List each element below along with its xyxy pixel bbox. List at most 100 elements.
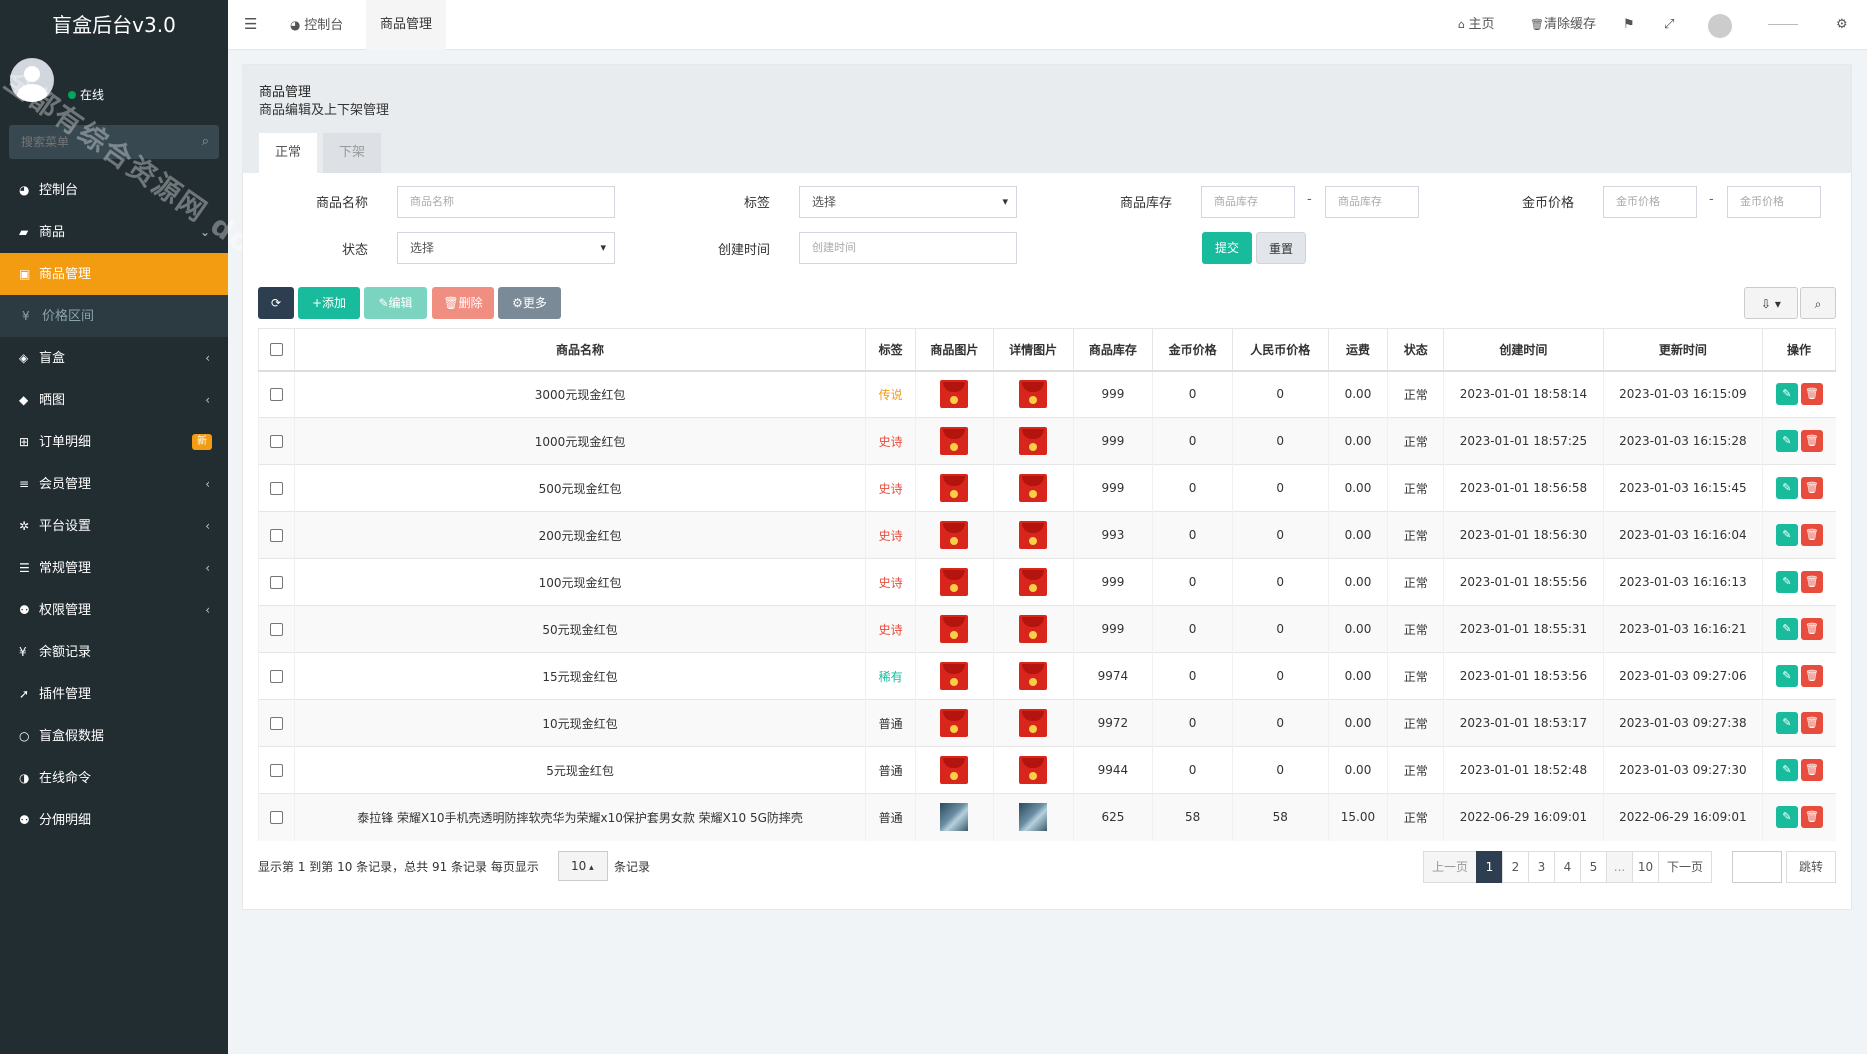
select-all-checkbox[interactable] xyxy=(269,343,283,357)
row-delete-button[interactable]: 🗑 xyxy=(1800,618,1823,640)
row-delete-button[interactable]: 🗑 xyxy=(1800,383,1823,406)
table-row[interactable]: 50元现金红包 史诗 999 0 0 0.00 正常 2023-01-01 18:55:31 2… xyxy=(258,605,1836,653)
detail-thumbnail[interactable] xyxy=(1019,803,1048,832)
goods-thumbnail[interactable] xyxy=(940,427,969,455)
add-button[interactable]: +添加 xyxy=(298,287,360,319)
goods-thumbnail[interactable] xyxy=(940,474,969,502)
page-button[interactable]: 4 xyxy=(1554,851,1581,883)
filter-stock-min[interactable]: 商品库存 xyxy=(1201,186,1295,218)
row-checkbox[interactable] xyxy=(269,623,283,636)
row-delete-button[interactable]: 🗑 xyxy=(1800,477,1823,499)
page-button[interactable]: 3 xyxy=(1528,851,1555,883)
table-row[interactable]: 3000元现金红包 传说 999 0 0 0.00 正常 2023-01-01 18:58:1… xyxy=(258,370,1836,418)
column-header[interactable]: 状态 xyxy=(1387,328,1445,372)
detail-thumbnail[interactable] xyxy=(1019,568,1048,596)
row-edit-button[interactable]: ✎ xyxy=(1775,618,1798,640)
goods-thumbnail[interactable] xyxy=(940,662,969,690)
tab-dashboard[interactable]: ◕ 控制台 xyxy=(276,0,357,50)
column-header[interactable]: 商品图片 xyxy=(915,328,994,372)
goods-thumbnail[interactable] xyxy=(940,756,969,784)
detail-thumbnail[interactable] xyxy=(1019,521,1048,549)
column-header[interactable]: 运费 xyxy=(1327,328,1389,372)
fullscreen-icon[interactable]: ⤢ xyxy=(1664,0,1674,50)
page-button[interactable]: 2 xyxy=(1502,851,1529,883)
detail-thumbnail[interactable] xyxy=(1019,662,1048,690)
export-button[interactable]: ⇩ ▾ xyxy=(1744,287,1798,319)
goods-thumbnail[interactable] xyxy=(940,709,969,737)
row-delete-button[interactable]: 🗑 xyxy=(1800,524,1823,546)
table-row[interactable]: 1000元现金红包 史诗 999 0 0 0.00 正常 2023-01-01 18:57:2… xyxy=(258,417,1836,465)
menu-toggle-icon[interactable]: ☰ xyxy=(244,15,257,33)
column-header[interactable]: 人民币价格 xyxy=(1231,328,1329,372)
sidebar-item[interactable]: ¥ 价格区间 xyxy=(0,295,228,337)
refresh-button[interactable]: ⟳ xyxy=(258,287,294,319)
row-delete-button[interactable]: 🗑 xyxy=(1800,665,1823,687)
row-edit-button[interactable]: ✎ xyxy=(1775,524,1798,546)
sidebar-item[interactable]: ⊞ 订单明细 新 xyxy=(0,421,228,463)
page-button[interactable]: ... xyxy=(1606,851,1633,883)
table-row[interactable]: 15元现金红包 稀有 9974 0 0 0.00 正常 2023-01-01 18:53:56… xyxy=(258,652,1836,700)
row-edit-button[interactable]: ✎ xyxy=(1775,430,1798,452)
column-header[interactable]: 商品库存 xyxy=(1072,328,1154,372)
table-row[interactable]: 200元现金红包 史诗 993 0 0 0.00 正常 2023-01-01 18:56:30… xyxy=(258,511,1836,559)
row-checkbox[interactable] xyxy=(269,576,283,589)
sidebar-item[interactable]: ⚉ 分佣明细 xyxy=(0,799,228,841)
page-button[interactable]: 1 xyxy=(1476,851,1503,883)
tab-normal[interactable]: 正常 xyxy=(259,133,318,173)
language-icon[interactable]: ⚑ xyxy=(1623,0,1635,50)
row-checkbox[interactable] xyxy=(269,482,283,495)
row-checkbox[interactable] xyxy=(269,811,283,825)
row-checkbox[interactable] xyxy=(269,670,283,683)
reset-button[interactable]: 重置 xyxy=(1256,232,1306,264)
sidebar-item[interactable]: ◆ 晒图 ‹ xyxy=(0,379,228,421)
jump-button[interactable]: 跳转 xyxy=(1786,851,1836,883)
filter-ctime-input[interactable]: 创建时间 xyxy=(799,232,1017,264)
detail-thumbnail[interactable] xyxy=(1019,615,1048,643)
goods-thumbnail[interactable] xyxy=(940,615,969,643)
table-row[interactable]: 100元现金红包 史诗 999 0 0 0.00 正常 2023-01-01 18:55:56… xyxy=(258,558,1836,606)
row-checkbox[interactable] xyxy=(269,435,283,448)
edit-button[interactable]: ✎编辑 xyxy=(364,287,427,319)
row-checkbox[interactable] xyxy=(269,388,283,402)
row-edit-button[interactable]: ✎ xyxy=(1775,712,1798,734)
tab-goods[interactable]: 商品管理 xyxy=(366,0,447,50)
filter-coin-max[interactable]: 金币价格 xyxy=(1727,186,1821,218)
table-search-button[interactable]: ⌕ xyxy=(1800,287,1836,319)
row-edit-button[interactable]: ✎ xyxy=(1775,571,1798,593)
column-header[interactable]: 操作 xyxy=(1762,328,1836,372)
table-row[interactable]: 500元现金红包 史诗 999 0 0 0.00 正常 2023-01-01 18:56:58… xyxy=(258,464,1836,512)
detail-thumbnail[interactable] xyxy=(1019,474,1048,502)
table-row[interactable]: 10元现金红包 普通 9972 0 0 0.00 正常 2023-01-01 18:53:17… xyxy=(258,699,1836,747)
sidebar-item[interactable]: ☰ 常规管理 ‹ xyxy=(0,547,228,589)
column-header[interactable]: 更新时间 xyxy=(1602,328,1764,372)
filter-name-input[interactable]: 商品名称 xyxy=(397,186,615,218)
more-button[interactable]: ⚙更多 xyxy=(498,287,561,319)
filter-tag-select[interactable]: 选择 xyxy=(799,186,1017,218)
page-button[interactable]: 5 xyxy=(1580,851,1607,883)
jump-page-input[interactable] xyxy=(1732,851,1782,883)
sidebar-item[interactable]: ◈ 盲盒 ‹ xyxy=(0,337,228,379)
row-edit-button[interactable]: ✎ xyxy=(1775,383,1798,406)
column-header[interactable]: 创建时间 xyxy=(1443,328,1604,372)
row-delete-button[interactable]: 🗑 xyxy=(1800,571,1823,593)
search-icon[interactable]: ⌕ xyxy=(202,134,209,149)
sidebar-item[interactable]: ¥ 余额记录 xyxy=(0,631,228,673)
clear-cache-button[interactable]: 🗑清除缓存 xyxy=(1530,0,1596,50)
sidebar-item[interactable]: ≡ 会员管理 ‹ xyxy=(0,463,228,505)
home-link[interactable]: ⌂ 主页 xyxy=(1458,0,1495,50)
column-header[interactable]: 标签 xyxy=(865,328,917,372)
sidebar-item[interactable]: ◑ 在线命令 xyxy=(0,757,228,799)
page-size-select[interactable]: 10 ▴ xyxy=(558,851,608,881)
row-delete-button[interactable]: 🗑 xyxy=(1800,759,1823,781)
header-avatar[interactable] xyxy=(1708,14,1732,38)
column-header[interactable]: 金币价格 xyxy=(1152,328,1233,372)
row-edit-button[interactable]: ✎ xyxy=(1775,806,1798,829)
row-delete-button[interactable]: 🗑 xyxy=(1800,806,1823,829)
submit-button[interactable]: 提交 xyxy=(1202,232,1252,264)
detail-thumbnail[interactable] xyxy=(1019,756,1048,784)
sidebar-item[interactable]: ⚉ 权限管理 ‹ xyxy=(0,589,228,631)
row-edit-button[interactable]: ✎ xyxy=(1775,665,1798,687)
goods-thumbnail[interactable] xyxy=(940,380,969,409)
row-edit-button[interactable]: ✎ xyxy=(1775,759,1798,781)
row-delete-button[interactable]: 🗑 xyxy=(1800,430,1823,452)
